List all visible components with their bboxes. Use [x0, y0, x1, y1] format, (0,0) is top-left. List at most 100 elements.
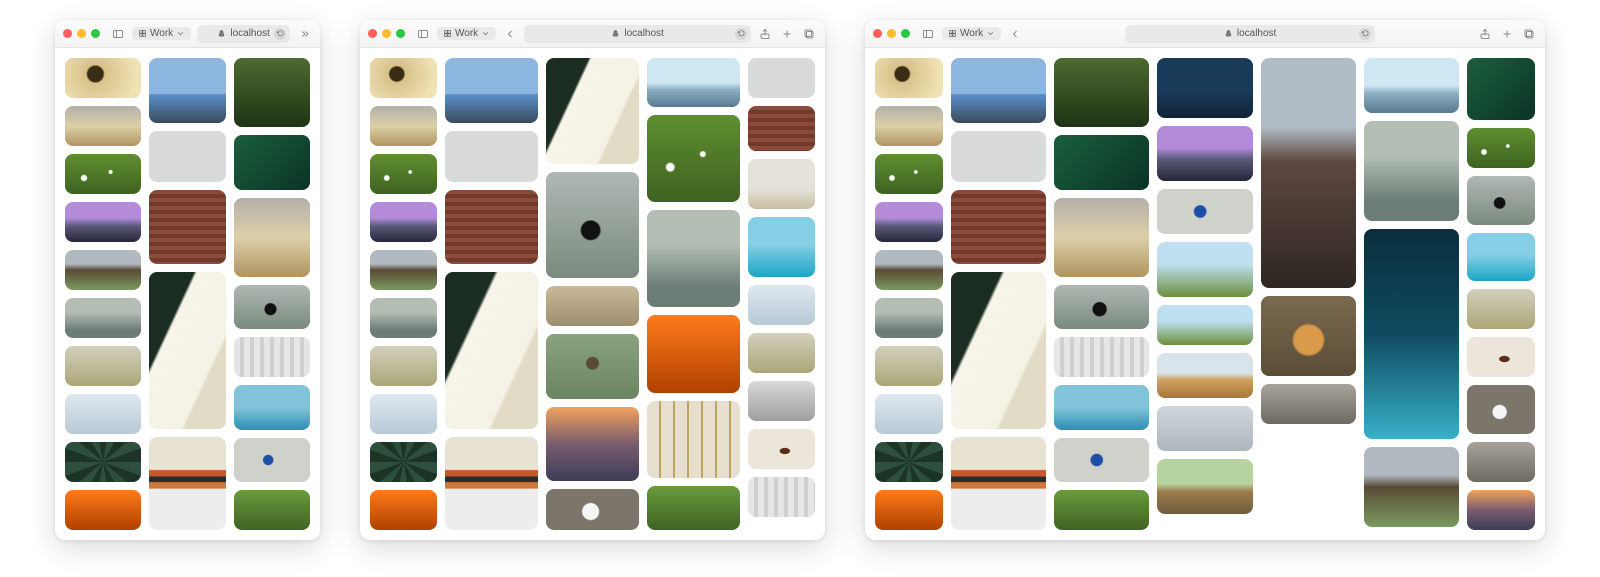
photo-thumbnail[interactable] — [951, 131, 1046, 182]
photo-thumbnail[interactable] — [234, 285, 310, 329]
photo-thumbnail[interactable] — [1467, 337, 1535, 377]
photo-thumbnail[interactable] — [748, 58, 815, 98]
photo-thumbnail[interactable] — [875, 298, 943, 338]
photo-thumbnail[interactable] — [748, 217, 815, 277]
photo-thumbnail[interactable] — [546, 407, 639, 481]
photo-thumbnail[interactable] — [1054, 490, 1149, 530]
sidebar-toggle-icon[interactable] — [110, 26, 126, 42]
minimize-window-button[interactable] — [77, 29, 86, 38]
photo-thumbnail[interactable] — [370, 346, 437, 386]
photo-thumbnail[interactable] — [1157, 58, 1252, 118]
share-icon[interactable] — [757, 26, 773, 42]
photo-thumbnail[interactable] — [748, 106, 815, 151]
photo-thumbnail[interactable] — [370, 154, 437, 194]
photo-thumbnail[interactable] — [1467, 385, 1535, 434]
photo-thumbnail[interactable] — [234, 385, 310, 429]
photo-thumbnail[interactable] — [1467, 176, 1535, 225]
close-window-button[interactable] — [63, 29, 72, 38]
photo-thumbnail[interactable] — [546, 172, 639, 278]
photo-thumbnail[interactable] — [1054, 58, 1149, 127]
photo-thumbnail[interactable] — [1467, 128, 1535, 168]
photo-thumbnail[interactable] — [748, 159, 815, 209]
overflow-icon[interactable] — [296, 26, 312, 42]
photo-thumbnail[interactable] — [1261, 296, 1356, 376]
photo-thumbnail[interactable] — [445, 272, 538, 429]
photo-thumbnail[interactable] — [748, 285, 815, 325]
photo-thumbnail[interactable] — [65, 202, 141, 242]
tab-group-pill[interactable]: Work — [942, 27, 1001, 40]
photo-thumbnail[interactable] — [1467, 289, 1535, 329]
close-window-button[interactable] — [873, 29, 882, 38]
photo-thumbnail[interactable] — [875, 58, 943, 98]
tab-group-pill[interactable]: Work — [132, 27, 191, 40]
photo-thumbnail[interactable] — [1157, 189, 1252, 234]
photo-thumbnail[interactable] — [647, 58, 740, 107]
photo-thumbnail[interactable] — [546, 58, 639, 164]
photo-thumbnail[interactable] — [1157, 459, 1252, 514]
photo-thumbnail[interactable] — [1364, 121, 1459, 221]
photo-thumbnail[interactable] — [65, 490, 141, 530]
sidebar-toggle-icon[interactable] — [920, 26, 936, 42]
photo-thumbnail[interactable] — [951, 272, 1046, 429]
reload-icon[interactable] — [735, 28, 747, 40]
photo-thumbnail[interactable] — [1157, 242, 1252, 297]
zoom-window-button[interactable] — [396, 29, 405, 38]
photo-thumbnail[interactable] — [647, 315, 740, 393]
photo-thumbnail[interactable] — [234, 438, 310, 482]
photo-thumbnail[interactable] — [65, 58, 141, 98]
photo-thumbnail[interactable] — [951, 190, 1046, 264]
photo-thumbnail[interactable] — [370, 394, 437, 434]
photo-thumbnail[interactable] — [1364, 229, 1459, 439]
photo-thumbnail[interactable] — [1261, 58, 1356, 288]
photo-thumbnail[interactable] — [1467, 58, 1535, 120]
photo-thumbnail[interactable] — [149, 437, 225, 530]
photo-thumbnail[interactable] — [149, 272, 225, 429]
photo-thumbnail[interactable] — [234, 58, 310, 127]
photo-thumbnail[interactable] — [234, 337, 310, 377]
photo-thumbnail[interactable] — [1157, 353, 1252, 398]
photo-thumbnail[interactable] — [65, 442, 141, 482]
photo-thumbnail[interactable] — [65, 346, 141, 386]
photo-thumbnail[interactable] — [65, 154, 141, 194]
photo-thumbnail[interactable] — [65, 298, 141, 338]
photo-thumbnail[interactable] — [234, 135, 310, 189]
zoom-window-button[interactable] — [901, 29, 910, 38]
photo-thumbnail[interactable] — [1261, 384, 1356, 424]
address-bar[interactable]: localhost — [1125, 25, 1375, 43]
photo-thumbnail[interactable] — [370, 202, 437, 242]
photo-thumbnail[interactable] — [370, 106, 437, 146]
share-icon[interactable] — [1477, 26, 1493, 42]
photo-thumbnail[interactable] — [65, 106, 141, 146]
photo-thumbnail[interactable] — [445, 131, 538, 182]
photo-thumbnail[interactable] — [1157, 305, 1252, 345]
photo-thumbnail[interactable] — [546, 489, 639, 531]
photo-thumbnail[interactable] — [1364, 58, 1459, 113]
photo-thumbnail[interactable] — [370, 442, 437, 482]
photo-thumbnail[interactable] — [647, 115, 740, 202]
tab-overview-icon[interactable] — [801, 26, 817, 42]
photo-thumbnail[interactable] — [875, 346, 943, 386]
photo-thumbnail[interactable] — [875, 490, 943, 530]
photo-thumbnail[interactable] — [875, 442, 943, 482]
photo-thumbnail[interactable] — [445, 58, 538, 123]
sidebar-toggle-icon[interactable] — [415, 26, 431, 42]
photo-thumbnail[interactable] — [1157, 126, 1252, 181]
tab-overview-icon[interactable] — [1521, 26, 1537, 42]
photo-thumbnail[interactable] — [370, 250, 437, 290]
photo-thumbnail[interactable] — [1054, 438, 1149, 482]
reload-icon[interactable] — [274, 28, 286, 40]
photo-thumbnail[interactable] — [951, 437, 1046, 530]
photo-thumbnail[interactable] — [1467, 442, 1535, 482]
photo-thumbnail[interactable] — [1054, 337, 1149, 377]
tab-group-pill[interactable]: Work — [437, 27, 496, 40]
photo-thumbnail[interactable] — [748, 333, 815, 373]
photo-thumbnail[interactable] — [748, 429, 815, 469]
minimize-window-button[interactable] — [382, 29, 391, 38]
photo-thumbnail[interactable] — [149, 190, 225, 264]
photo-thumbnail[interactable] — [1054, 285, 1149, 329]
photo-thumbnail[interactable] — [370, 490, 437, 530]
photo-thumbnail[interactable] — [1054, 385, 1149, 429]
photo-thumbnail[interactable] — [1467, 490, 1535, 530]
photo-thumbnail[interactable] — [1054, 198, 1149, 277]
zoom-window-button[interactable] — [91, 29, 100, 38]
